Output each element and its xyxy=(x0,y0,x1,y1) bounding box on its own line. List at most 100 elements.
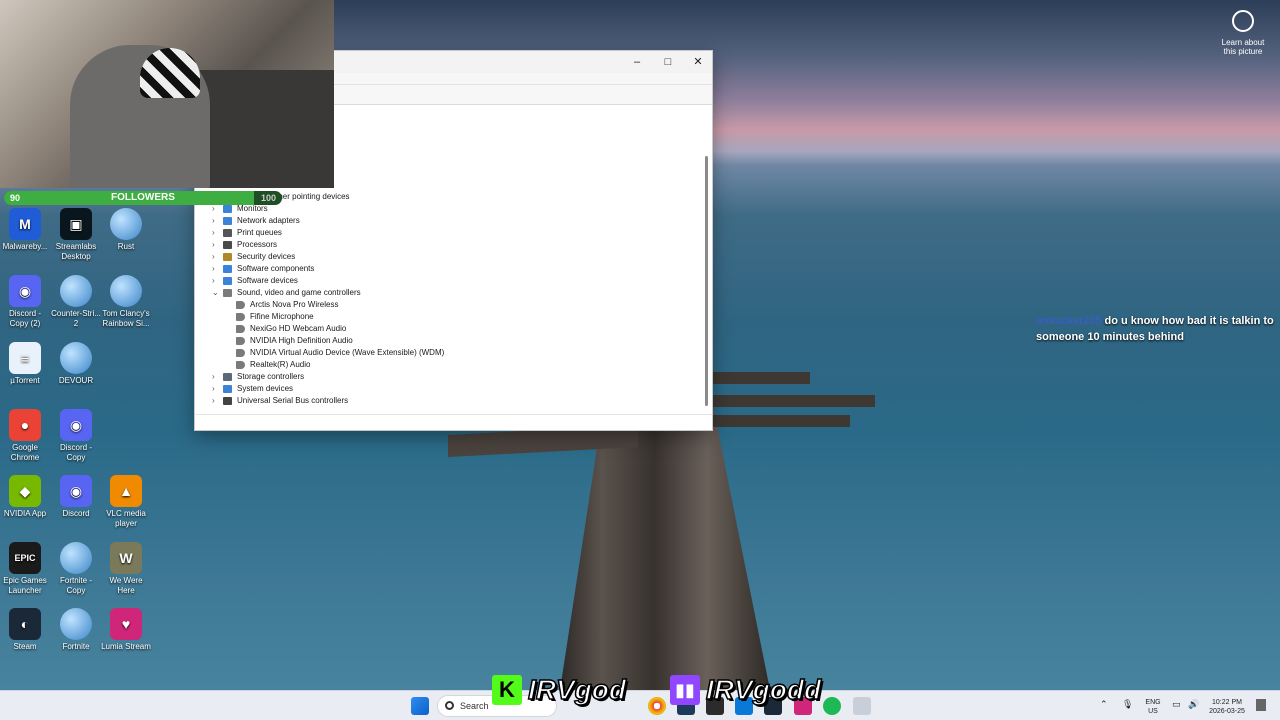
speaker-icon xyxy=(236,349,245,357)
chevron-down-icon[interactable]: ⌄ xyxy=(212,287,220,299)
chat-message: wxtracker235 do u know how bad it is tal… xyxy=(1036,313,1276,345)
volume-icon[interactable]: 🔊 xyxy=(1188,700,1199,709)
wallpaper-pier-arm xyxy=(705,415,850,427)
desktop-icon-label: Google Chrome xyxy=(10,443,40,462)
device-category-item[interactable]: › Print queues xyxy=(195,227,705,239)
device-label: Arctis Nova Pro Wireless xyxy=(250,300,339,309)
maximize-button[interactable]: □ xyxy=(656,54,680,70)
chevron-right-icon[interactable]: › xyxy=(212,239,220,251)
device-label: Storage controllers xyxy=(237,372,305,381)
device-tree-item[interactable]: NVIDIA High Definition Audio xyxy=(195,335,705,347)
search-icon xyxy=(445,701,454,710)
shortcut-globe-icon xyxy=(110,208,142,240)
streamlabs-icon: ▣ xyxy=(60,208,92,240)
language-label: ENG xyxy=(1145,699,1161,706)
storage-controller-icon xyxy=(223,373,232,381)
language-indicator[interactable]: ENG US xyxy=(1143,698,1163,716)
camera-icon xyxy=(1232,10,1254,32)
chevron-right-icon[interactable]: › xyxy=(212,371,220,383)
device-label: Fifine Microphone xyxy=(250,312,314,321)
device-category-item[interactable]: › Network adapters xyxy=(195,215,705,227)
utorrent-icon: ≡ xyxy=(9,342,41,374)
minimize-button[interactable]: – xyxy=(625,54,649,70)
desktop-icon[interactable]: ● Google Chrome xyxy=(0,409,50,463)
chevron-right-icon[interactable]: › xyxy=(212,383,220,395)
desktop-icon[interactable]: Rust xyxy=(101,208,151,252)
desktop-icon[interactable]: ◉ Discord - Copy (2) xyxy=(0,275,50,329)
shortcut-globe-icon xyxy=(60,608,92,640)
device-tree-item[interactable]: Arctis Nova Pro Wireless xyxy=(195,299,705,311)
device-label: Realtek(R) Audio xyxy=(250,360,311,369)
twitch-logo-icon: ▮▮ xyxy=(670,675,700,705)
followers-current: 90 xyxy=(10,193,21,203)
shortcut-globe-icon xyxy=(60,342,92,374)
desktop-icon[interactable]: Fortnite xyxy=(51,608,101,652)
webcam-overlay xyxy=(0,0,334,188)
desktop-icon[interactable]: Fortnite - Copy xyxy=(51,542,101,596)
desktop-icon-label: µTorrent xyxy=(10,376,40,385)
chevron-up-icon[interactable]: ⌃ xyxy=(1100,700,1108,709)
desktop-icon[interactable]: ▣ Streamlabs Desktop xyxy=(51,208,101,262)
desktop-icon[interactable]: ≡ µTorrent xyxy=(0,342,50,386)
device-tree-item[interactable]: Realtek(R) Audio xyxy=(195,359,705,371)
desktop-icon-label: Discord - Copy (2) xyxy=(8,309,41,328)
chevron-right-icon[interactable]: › xyxy=(212,263,220,275)
learn-about-label: Learn about this picture xyxy=(1221,38,1265,56)
device-tree-item[interactable]: NVIDIA Virtual Audio Device (Wave Extens… xyxy=(195,347,705,359)
network-adapter-icon xyxy=(223,217,232,225)
desktop-icon[interactable]: ▲ VLC media player xyxy=(101,475,151,529)
desktop-icon-label: Rust xyxy=(117,242,135,251)
desktop-icon[interactable]: DEVOUR xyxy=(51,342,101,386)
chevron-right-icon[interactable]: › xyxy=(212,251,220,263)
desktop-icon[interactable]: ♥ Lumia Stream xyxy=(101,608,151,652)
desktop-icon[interactable]: ◐ Steam xyxy=(0,608,50,652)
clock[interactable]: 10:22 PM 2026-03-25 xyxy=(1206,698,1248,716)
taskbar: Search ⌃ 🎙 ENG US ▭ 🔊 10:22 PM 2026-03-2… xyxy=(0,690,1280,720)
chevron-right-icon[interactable]: › xyxy=(212,227,220,239)
twitch-channel-name: IRVgodd xyxy=(705,673,822,706)
device-category-item[interactable]: › Software devices xyxy=(195,275,705,287)
desktop-icon[interactable]: Tom Clancy's Rainbow Si... xyxy=(101,275,151,329)
usb-icon xyxy=(223,397,232,405)
device-category-item[interactable]: ⌄ Sound, video and game controllers xyxy=(195,287,705,299)
device-tree-item[interactable]: Fifine Microphone xyxy=(195,311,705,323)
device-category-item[interactable]: › Software components xyxy=(195,263,705,275)
spotify-taskbar-icon[interactable] xyxy=(823,697,841,715)
device-category-item[interactable]: › Processors xyxy=(195,239,705,251)
desktop-icon[interactable]: Counter-Stri... 2 xyxy=(51,275,101,329)
device-manager-taskbar-icon[interactable] xyxy=(853,697,871,715)
speaker-icon xyxy=(236,301,245,309)
notification-icon[interactable] xyxy=(1256,699,1266,711)
vertical-scrollbar[interactable] xyxy=(705,156,708,406)
chrome-taskbar-icon[interactable] xyxy=(648,697,666,715)
close-button[interactable]: ✕ xyxy=(686,54,710,70)
device-category-item[interactable]: › Universal Serial Bus controllers xyxy=(195,395,705,407)
network-icon[interactable]: ▭ xyxy=(1172,700,1181,709)
shortcut-globe-icon xyxy=(60,542,92,574)
followers-target: 100 xyxy=(260,193,276,203)
chevron-right-icon[interactable]: › xyxy=(212,275,220,287)
desktop-icon[interactable]: W We Were Here xyxy=(101,542,151,596)
learn-about-picture-button[interactable]: Learn about this picture xyxy=(1216,10,1270,56)
device-tree: ›Mice and other pointing devices›Monitor… xyxy=(195,191,705,407)
device-label: Print queues xyxy=(237,228,282,237)
clock-date: 2026-03-25 xyxy=(1209,708,1245,715)
streamer-hat xyxy=(140,48,200,98)
chevron-right-icon[interactable]: › xyxy=(212,395,220,407)
chevron-right-icon[interactable]: › xyxy=(212,215,220,227)
desktop-icon[interactable]: ◉ Discord xyxy=(51,475,101,519)
kick-logo-icon: K xyxy=(492,675,522,705)
desktop-icon[interactable]: ◆ NVIDIA App xyxy=(0,475,50,519)
malwarebytes-icon: M xyxy=(9,208,41,240)
microphone-icon[interactable]: 🎙 xyxy=(1122,700,1133,709)
device-category-item[interactable]: › Security devices xyxy=(195,251,705,263)
clock-time: 10:22 PM xyxy=(1212,699,1242,706)
device-category-item[interactable]: › Storage controllers xyxy=(195,371,705,383)
device-category-item[interactable]: › System devices xyxy=(195,383,705,395)
desktop-icon[interactable]: M Malwareby... xyxy=(0,208,50,252)
desktop-icon[interactable]: EPIC Epic Games Launcher xyxy=(0,542,50,596)
speaker-icon xyxy=(236,325,245,333)
desktop-icon[interactable]: ◉ Discord - Copy xyxy=(51,409,101,463)
windows-start-icon[interactable] xyxy=(411,697,429,715)
device-tree-item[interactable]: NexiGo HD Webcam Audio xyxy=(195,323,705,335)
